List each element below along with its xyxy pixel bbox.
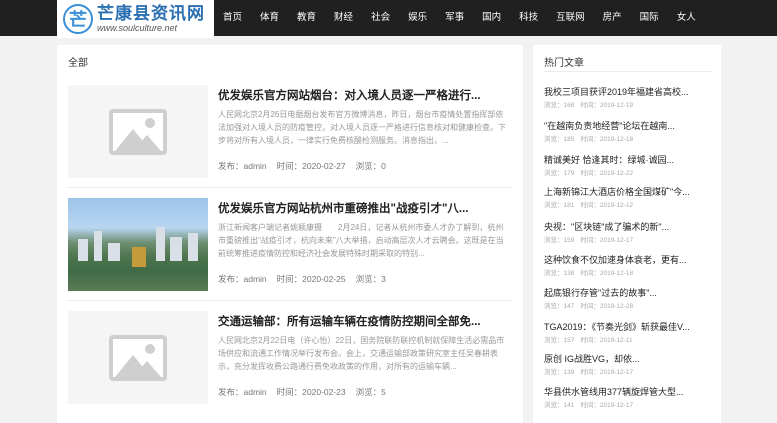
hot-article-views: 浏览：141 [544, 402, 575, 409]
hot-article-views: 浏览：157 [544, 337, 575, 344]
nav-realestate[interactable]: 房产 [594, 0, 631, 36]
nav-home[interactable]: 首页 [214, 0, 251, 36]
article-meta: 发布：admin 时间：2020-02-25 浏览：3 [218, 273, 386, 285]
hot-article-item[interactable]: 上海新锦江大酒店价格全国煤矿"今... 浏览：181 时间：2019-12-12 [544, 185, 712, 209]
nav-women[interactable]: 女人 [668, 0, 705, 36]
hot-article-time: 时间：2019-12-12 [580, 202, 634, 209]
hot-article-views: 浏览：139 [544, 369, 575, 376]
nav-military[interactable]: 军事 [436, 0, 473, 36]
divider [68, 187, 512, 188]
logo-mark-icon: 芒 [63, 4, 93, 34]
hot-article-title[interactable]: TGA2019：《节奏光剑》斩获最佳V... [544, 320, 712, 333]
hot-articles-panel: 热门文章 我校三项目获评2019年福建省高校... 浏览：168 时间：2019-… [533, 45, 721, 423]
hot-article-item[interactable]: 这种饮食不仅加速身体衰老，更有... 浏览：138 时间：2019-12-18 [544, 253, 712, 277]
top-header: 芒 芒康县资讯网 www.soulculture.net 首页 体育 教育 财经… [0, 0, 777, 38]
article-title[interactable]: 优发娱乐官方网站杭州市重磅推出"战疫引才"八... [218, 200, 512, 216]
hot-article-views: 浏览：147 [544, 303, 575, 310]
hot-article-time: 时间：2019-12-11 [580, 337, 633, 344]
image-placeholder-icon [109, 334, 167, 381]
article-author: 发布：admin [218, 161, 267, 171]
hot-article-views: 浏览：181 [544, 202, 575, 209]
article-time: 时间：2020-02-25 [276, 274, 346, 284]
hot-article-time: 时间：2019-12-17 [580, 402, 634, 409]
panel-title: 热门文章 [544, 58, 584, 69]
hot-article-time: 时间：2019-12-17 [580, 369, 634, 376]
hot-article-time: 时间：2019-12-18 [580, 270, 634, 277]
hot-article-title[interactable]: 央视："区块链"成了骗术的新"... [544, 220, 712, 233]
hot-article-views: 浏览：168 [544, 102, 575, 109]
hot-article-item[interactable]: 华县供水管线用377辆旋焊管大型... 浏览：141 时间：2019-12-17 [544, 385, 712, 409]
hot-article-views: 浏览：179 [544, 170, 575, 177]
hot-article-time: 时间：2019-12-18 [580, 136, 634, 143]
article-list-panel: 全部 优发娱乐官方网站烟台：对入境人员逐一严格进行... 人民网北京2月26日电… [57, 45, 523, 423]
nav-entertainment[interactable]: 娱乐 [399, 0, 436, 36]
article-summary: 人民网北京2月22日电（许心怡）22日，国务院联防联控机制就保障生活必需品市场供… [218, 336, 505, 371]
article-views: 浏览：0 [355, 161, 386, 171]
article-thumbnail[interactable] [68, 85, 208, 178]
image-placeholder-icon [109, 108, 167, 155]
pagoda-shape [132, 247, 146, 267]
hot-article-views: 浏览：138 [544, 270, 575, 277]
hot-article-time: 时间：2019-12-28 [580, 303, 634, 310]
hot-article-title[interactable]: 精诚美好 恰逢其时：绿城·诚园... [544, 153, 712, 166]
hot-article-time: 时间：2019-12-22 [580, 170, 634, 177]
article-thumbnail[interactable] [68, 198, 208, 291]
site-url: www.soulculture.net [97, 23, 178, 33]
article-summary: 浙江新闻客户端记者姚颖康摄 2月24日，记者从杭州市委人才办了解到，杭州市重磅推… [218, 223, 504, 258]
panel-title: 全部 [68, 58, 88, 69]
article-time: 时间：2020-02-23 [276, 387, 346, 397]
article-author: 发布：admin [218, 274, 267, 284]
hot-article-views: 浏览：185 [544, 136, 575, 143]
nav-finance[interactable]: 财经 [325, 0, 362, 36]
nav-domestic[interactable]: 国内 [473, 0, 510, 36]
article-author: 发布：admin [218, 387, 267, 397]
hot-article-time: 时间：2019-12-17 [580, 237, 634, 244]
hot-article-title[interactable]: 上海新锦江大酒店价格全国煤矿"今... [544, 185, 712, 198]
main-nav: 首页 体育 教育 财经 社会 娱乐 军事 国内 科技 互联网 房产 国际 女人 [214, 0, 705, 36]
nav-tech[interactable]: 科技 [510, 0, 547, 36]
hot-article-item[interactable]: "在越南负责地经营"论坛在越南... 浏览：185 时间：2019-12-18 [544, 119, 712, 143]
hot-article-title[interactable]: "在越南负责地经营"论坛在越南... [544, 119, 712, 132]
article-item[interactable]: 优发娱乐官方网站杭州市重磅推出"战疫引才"八... 浙江新闻客户端记者姚颖康摄 … [68, 192, 512, 296]
hot-article-item[interactable]: 我校三项目获评2019年福建省高校... 浏览：168 时间：2019-12-19 [544, 85, 712, 109]
article-item[interactable]: 优发娱乐官方网站烟台：对入境人员逐一严格进行... 人民网北京2月26日电据烟台… [68, 79, 512, 183]
hot-article-item[interactable]: 原创 IG战胜VG，却依... 浏览：139 时间：2019-12-17 [544, 352, 712, 376]
hot-article-views: 浏览：159 [544, 237, 575, 244]
divider [68, 300, 512, 301]
article-meta: 发布：admin 时间：2020-02-23 浏览：5 [218, 386, 386, 398]
hot-article-item[interactable]: 起底银行存管"过去的故事"... 浏览：147 时间：2019-12-28 [544, 286, 712, 310]
article-title[interactable]: 交通运输部：所有运输车辆在疫情防控期间全部免... [218, 313, 512, 329]
hot-article-title[interactable]: 原创 IG战胜VG，却依... [544, 352, 712, 365]
hot-article-time: 时间：2019-12-19 [580, 102, 634, 109]
nav-international[interactable]: 国际 [631, 0, 668, 36]
article-item[interactable]: 交通运输部：所有运输车辆在疫情防控期间全部免... 人民网北京2月22日电（许心… [68, 305, 512, 409]
article-meta: 发布：admin 时间：2020-02-27 浏览：0 [218, 160, 386, 172]
article-thumbnail[interactable] [68, 311, 208, 404]
divider [544, 71, 712, 72]
nav-sports[interactable]: 体育 [251, 0, 288, 36]
nav-internet[interactable]: 互联网 [547, 0, 594, 36]
article-views: 浏览：5 [355, 387, 386, 397]
hot-article-item[interactable]: 精诚美好 恰逢其时：绿城·诚园... 浏览：179 时间：2019-12-22 [544, 153, 712, 177]
hot-article-title[interactable]: 华县供水管线用377辆旋焊管大型... [544, 385, 712, 398]
site-logo[interactable]: 芒 芒康县资讯网 www.soulculture.net [57, 0, 214, 38]
article-time: 时间：2020-02-27 [276, 161, 346, 171]
article-views: 浏览：3 [355, 274, 386, 284]
nav-society[interactable]: 社会 [362, 0, 399, 36]
hot-article-title[interactable]: 我校三项目获评2019年福建省高校... [544, 85, 712, 98]
site-title: 芒康县资讯网 [97, 4, 205, 23]
hot-article-title[interactable]: 这种饮食不仅加速身体衰老，更有... [544, 253, 712, 266]
hot-article-item[interactable]: 央视："区块链"成了骗术的新"... 浏览：159 时间：2019-12-17 [544, 220, 712, 244]
hot-article-title[interactable]: 起底银行存管"过去的故事"... [544, 286, 712, 299]
article-title[interactable]: 优发娱乐官方网站烟台：对入境人员逐一严格进行... [218, 87, 512, 103]
nav-education[interactable]: 教育 [288, 0, 325, 36]
hot-article-item[interactable]: TGA2019：《节奏光剑》斩获最佳V... 浏览：157 时间：2019-12-… [544, 320, 712, 344]
article-summary: 人民网北京2月26日电据烟台发布官方微博消息，昨日，烟台市疫情处置指挥部依法加强… [218, 110, 506, 145]
